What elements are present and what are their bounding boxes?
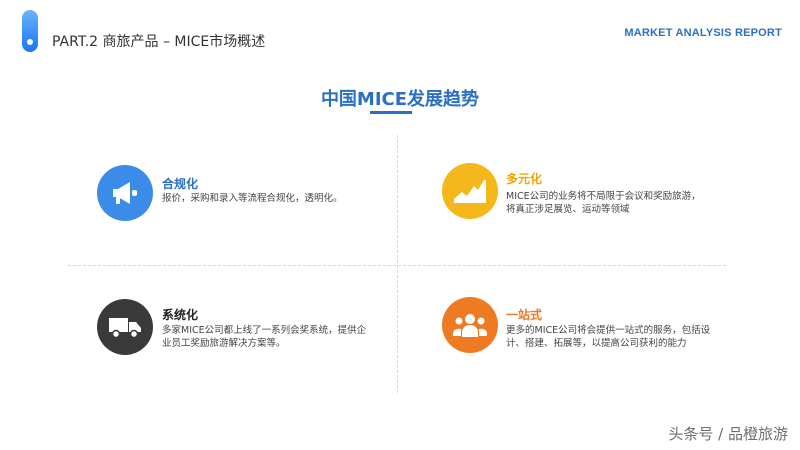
title-underline: [370, 111, 412, 114]
item-icon-circle: [442, 163, 498, 219]
people-icon: [453, 314, 487, 337]
item-description: 更多的MICE公司将会提供一站式的服务，包括设计、搭建、拓展等，以提高公司获利的…: [506, 325, 711, 349]
page-title: 中国MICE发展趋势: [320, 89, 480, 110]
item-icon-circle: [442, 297, 498, 353]
truck-icon: [109, 318, 141, 339]
horizontal-divider: [68, 265, 726, 266]
section-marker: [22, 10, 38, 52]
item-icon-circle: [97, 299, 153, 355]
item-title: 多元化: [506, 172, 543, 186]
item-title: 系统化: [162, 308, 199, 322]
item-title: 合规化: [162, 177, 199, 191]
item-title: 一站式: [506, 308, 543, 322]
vertical-divider: [397, 135, 398, 393]
rising-chart-icon: [454, 180, 486, 203]
item-icon-circle: [97, 165, 153, 221]
watermark: 头条号 / 品橙旅游: [668, 425, 788, 443]
section-title: PART.2 商旅产品 – MICE市场概述: [52, 34, 266, 50]
item-description: 报价，采购和录入等流程合规化，透明化。: [162, 193, 343, 204]
megaphone-icon: [113, 182, 137, 204]
item-description: 多家MICE公司都上线了一系列会奖系统，提供企业员工奖励旅游解决方案等。: [162, 325, 367, 349]
report-label: MARKET ANALYSIS REPORT: [624, 27, 782, 39]
item-description: MICE公司的业务将不局限于会议和奖励旅游，将真正涉足展览、运动等领域: [506, 191, 701, 215]
